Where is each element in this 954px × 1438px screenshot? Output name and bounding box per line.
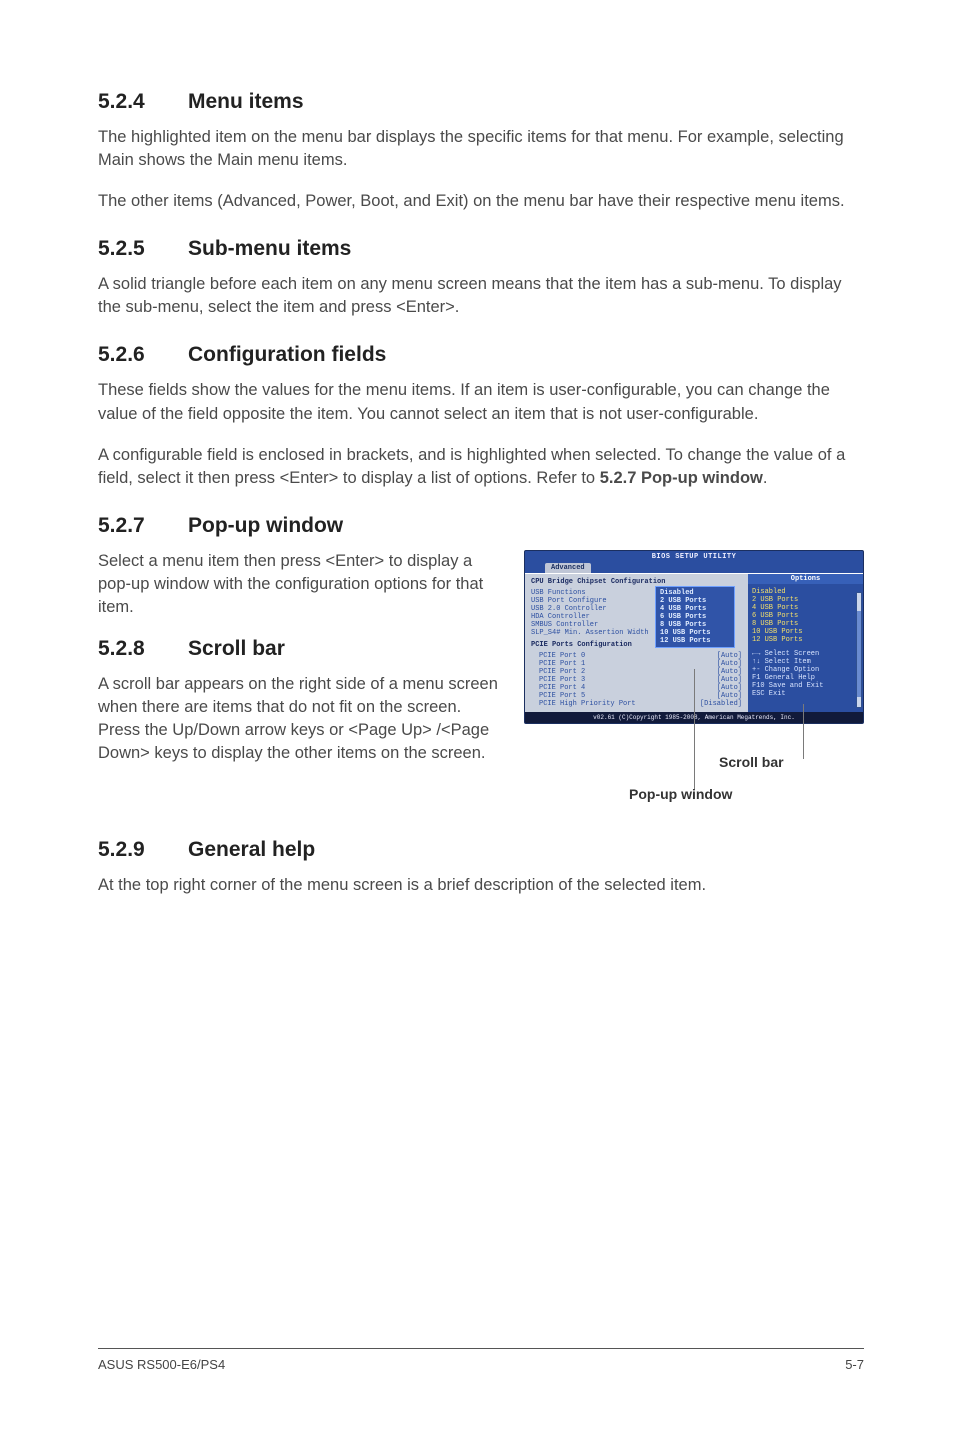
bios-tab-advanced[interactable]: Advanced — [545, 563, 591, 573]
para: Select a menu item then press <Enter> to… — [98, 550, 506, 619]
heading-num: 5.2.8 — [98, 637, 188, 661]
bios-title: BIOS SETUP UTILITY — [525, 551, 863, 563]
popup-option[interactable]: 8 USB Ports — [660, 621, 730, 629]
bios-row[interactable]: PCIE Port 3[Auto] — [531, 676, 742, 684]
bios-scrollbar[interactable] — [856, 592, 862, 708]
para: At the top right corner of the menu scre… — [98, 874, 864, 897]
bios-help-line: ESC Exit — [752, 690, 859, 698]
heading-num: 5.2.4 — [98, 90, 188, 114]
section-527: 5.2.7Pop-up window Select a menu item th… — [98, 514, 864, 814]
bios-popup[interactable]: Disabled 2 USB Ports 4 USB Ports 6 USB P… — [655, 586, 735, 648]
bios-row[interactable]: PCIE Port 2[Auto] — [531, 668, 742, 676]
heading-528: 5.2.8Scroll bar — [98, 637, 506, 661]
bios-row[interactable]: PCIE High Priority Port[Disabled] — [531, 700, 742, 708]
para: A configurable field is enclosed in brac… — [98, 444, 864, 490]
heading-525: 5.2.5Sub-menu items — [98, 237, 864, 261]
para: These fields show the values for the men… — [98, 379, 864, 425]
popup-option[interactable]: Disabled — [660, 589, 730, 597]
bios-right-panel: Options Disabled 2 USB Ports 4 USB Ports… — [748, 574, 863, 712]
para: A solid triangle before each item on any… — [98, 273, 864, 319]
bios-options-header: Options — [748, 574, 863, 584]
scrollbar-thumb[interactable] — [857, 697, 861, 707]
bios-help-line: F1 General Help — [752, 674, 859, 682]
heading-title: Configuration fields — [188, 343, 386, 366]
popup-option[interactable]: 2 USB Ports — [660, 597, 730, 605]
callout-line — [803, 704, 804, 759]
heading-num: 5.2.9 — [98, 838, 188, 862]
bios-option: 10 USB Ports — [752, 628, 859, 636]
bios-row[interactable]: PCIE Port 5[Auto] — [531, 692, 742, 700]
popup-option[interactable]: 12 USB Ports — [660, 637, 730, 645]
heading-title: Scroll bar — [188, 637, 285, 660]
footer-left: ASUS RS500-E6/PS4 — [98, 1357, 225, 1372]
callouts: Scroll bar Pop-up window — [524, 724, 864, 814]
bios-panel-title: CPU Bridge Chipset Configuration — [531, 578, 742, 586]
section-526: 5.2.6Configuration fields These fields s… — [98, 343, 864, 489]
popup-option[interactable]: 4 USB Ports — [660, 605, 730, 613]
bios-help-line: +- Change Option — [752, 666, 859, 674]
section-525: 5.2.5Sub-menu items A solid triangle bef… — [98, 237, 864, 319]
section-524: 5.2.4Menu items The highlighted item on … — [98, 90, 864, 213]
bios-tabbar: Advanced — [525, 563, 863, 573]
page-footer: ASUS RS500-E6/PS4 5-7 — [98, 1348, 864, 1372]
bios-option: 12 USB Ports — [752, 636, 859, 644]
bios-screenshot: BIOS SETUP UTILITY Advanced CPU Bridge C… — [524, 550, 864, 814]
para: The other items (Advanced, Power, Boot, … — [98, 190, 864, 213]
popup-option[interactable]: 10 USB Ports — [660, 629, 730, 637]
section-529: 5.2.9General help At the top right corne… — [98, 838, 864, 897]
heading-title: Pop-up window — [188, 514, 343, 537]
bios-option: Disabled — [752, 588, 859, 596]
bios-option: 2 USB Ports — [752, 596, 859, 604]
para: A scroll bar appears on the right side o… — [98, 673, 506, 765]
para-ref: 5.2.7 Pop-up window — [600, 469, 763, 487]
heading-title: General help — [188, 838, 315, 861]
popup-option[interactable]: 6 USB Ports — [660, 613, 730, 621]
bios-row[interactable]: PCIE Port 4[Auto] — [531, 684, 742, 692]
heading-529: 5.2.9General help — [98, 838, 864, 862]
bios-row[interactable]: PCIE Port 1[Auto] — [531, 660, 742, 668]
bios-row[interactable]: PCIE Port 0[Auto] — [531, 652, 742, 660]
heading-title: Sub-menu items — [188, 237, 351, 260]
para: The highlighted item on the menu bar dis… — [98, 126, 864, 172]
bios-help-line: F10 Save and Exit — [752, 682, 859, 690]
scrollbar-thumb[interactable] — [857, 593, 861, 611]
bios-option: 4 USB Ports — [752, 604, 859, 612]
bios-option: 8 USB Ports — [752, 620, 859, 628]
callout-scroll-label: Scroll bar — [719, 754, 784, 770]
heading-num: 5.2.7 — [98, 514, 188, 538]
heading-527: 5.2.7Pop-up window — [98, 514, 864, 538]
heading-num: 5.2.6 — [98, 343, 188, 367]
bios-help-line: ↑↓ Select Item — [752, 658, 859, 666]
heading-526: 5.2.6Configuration fields — [98, 343, 864, 367]
heading-524: 5.2.4Menu items — [98, 90, 864, 114]
bios-option: 6 USB Ports — [752, 612, 859, 620]
footer-right: 5-7 — [845, 1357, 864, 1372]
callout-line — [694, 669, 695, 789]
heading-num: 5.2.5 — [98, 237, 188, 261]
para-text: . — [763, 469, 768, 487]
bios-left-panel: CPU Bridge Chipset Configuration USB Fun… — [525, 574, 748, 712]
callout-popup-label: Pop-up window — [629, 786, 732, 802]
heading-title: Menu items — [188, 90, 304, 113]
bios-help-line: ←→ Select Screen — [752, 650, 859, 658]
